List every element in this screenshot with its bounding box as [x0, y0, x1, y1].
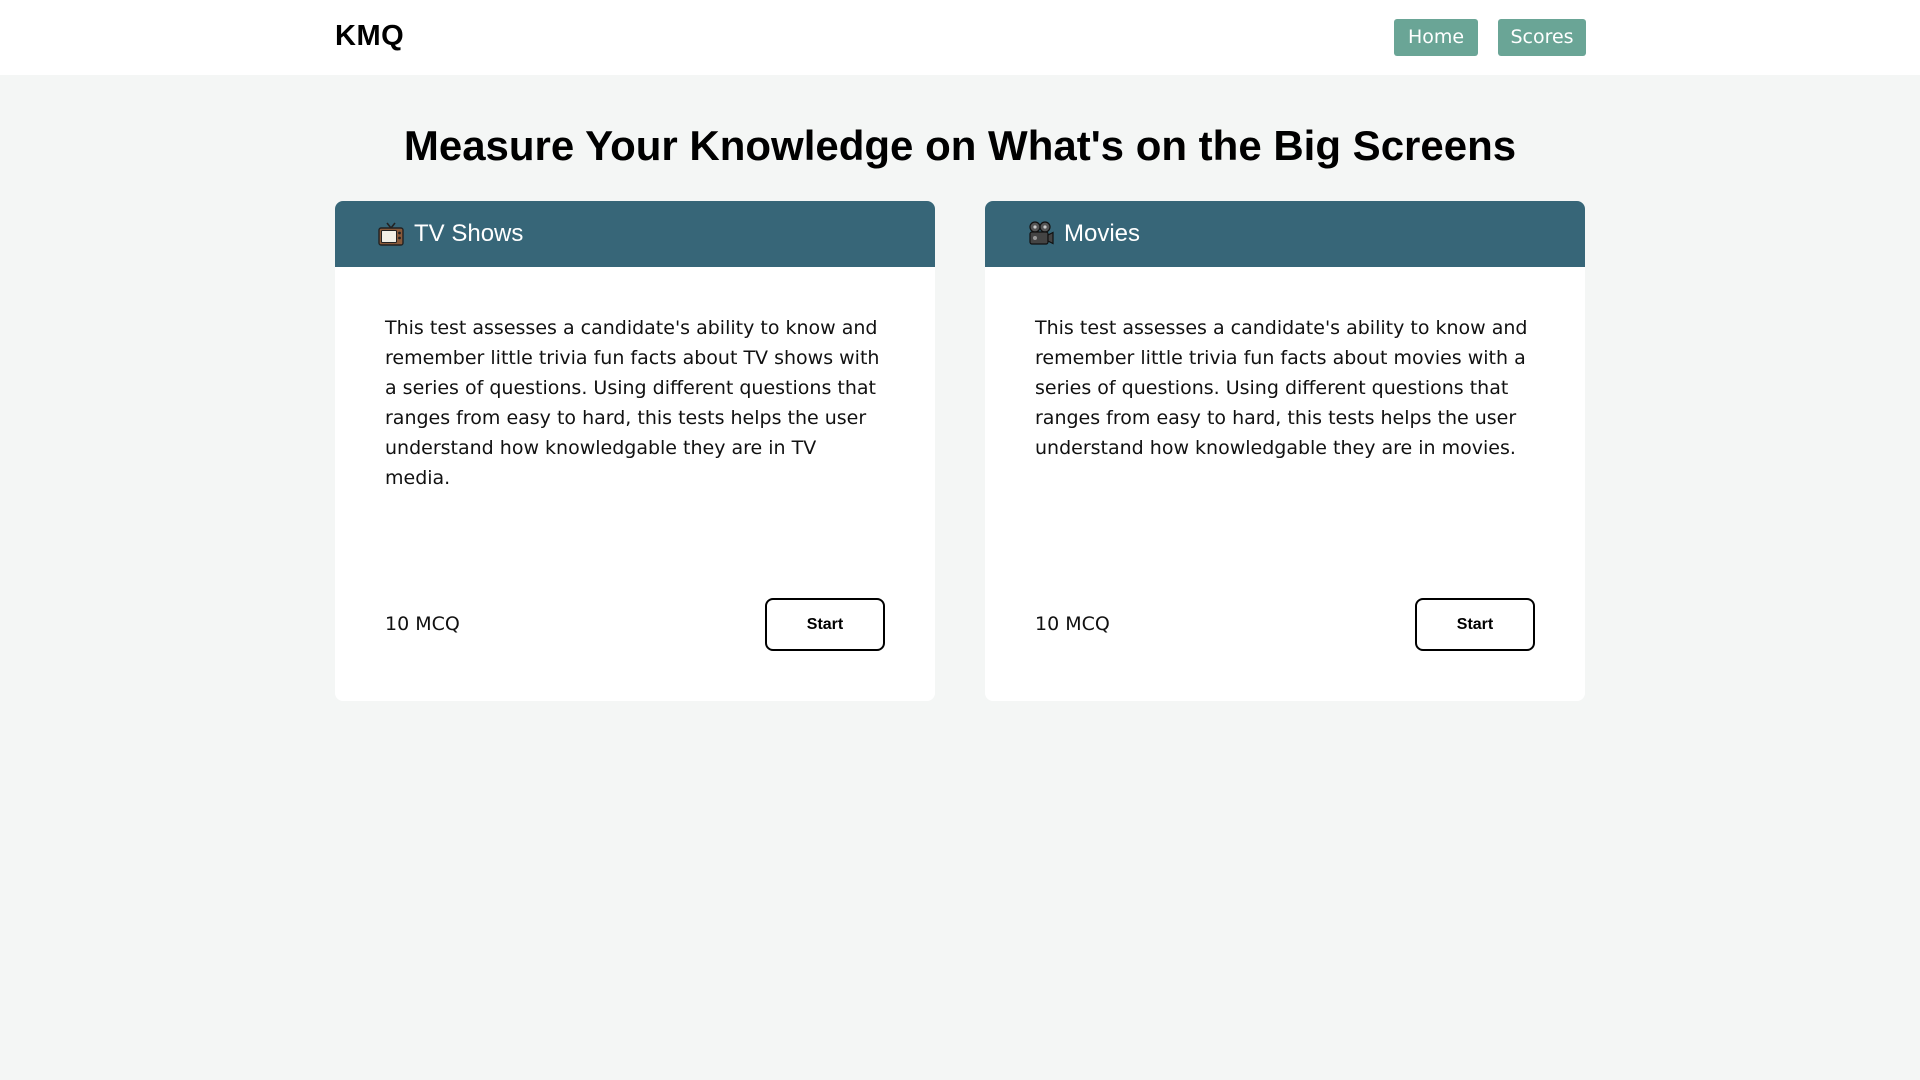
page-title: Measure Your Knowledge on What's on the … [403, 122, 1517, 169]
quiz-card-movies: Movies This test assesses a candidate's … [985, 201, 1585, 701]
card-title: TV Shows [414, 220, 524, 247]
card-description: This test assesses a candidate's ability… [1035, 317, 1528, 459]
card-header: Movies [985, 201, 1585, 267]
question-count: 10 MCQ [385, 613, 460, 635]
brand-logo[interactable]: KMQ [335, 20, 404, 53]
tv-icon [378, 222, 404, 246]
start-movies-button[interactable]: Start [1415, 598, 1535, 651]
card-description: This test assesses a candidate's ability… [385, 317, 880, 489]
navbar: KMQ Home Scores [0, 0, 1920, 75]
home-button[interactable]: Home [1394, 19, 1478, 56]
movie-camera-icon [1029, 221, 1054, 245]
start-tv-shows-button[interactable]: Start [765, 598, 885, 651]
quiz-card-tv-shows: TV Shows This test assesses a candidate'… [335, 201, 935, 701]
scores-button[interactable]: Scores [1498, 19, 1586, 56]
card-header: TV Shows [335, 201, 935, 267]
question-count: 10 MCQ [1035, 613, 1110, 635]
card-title: Movies [1064, 220, 1141, 247]
